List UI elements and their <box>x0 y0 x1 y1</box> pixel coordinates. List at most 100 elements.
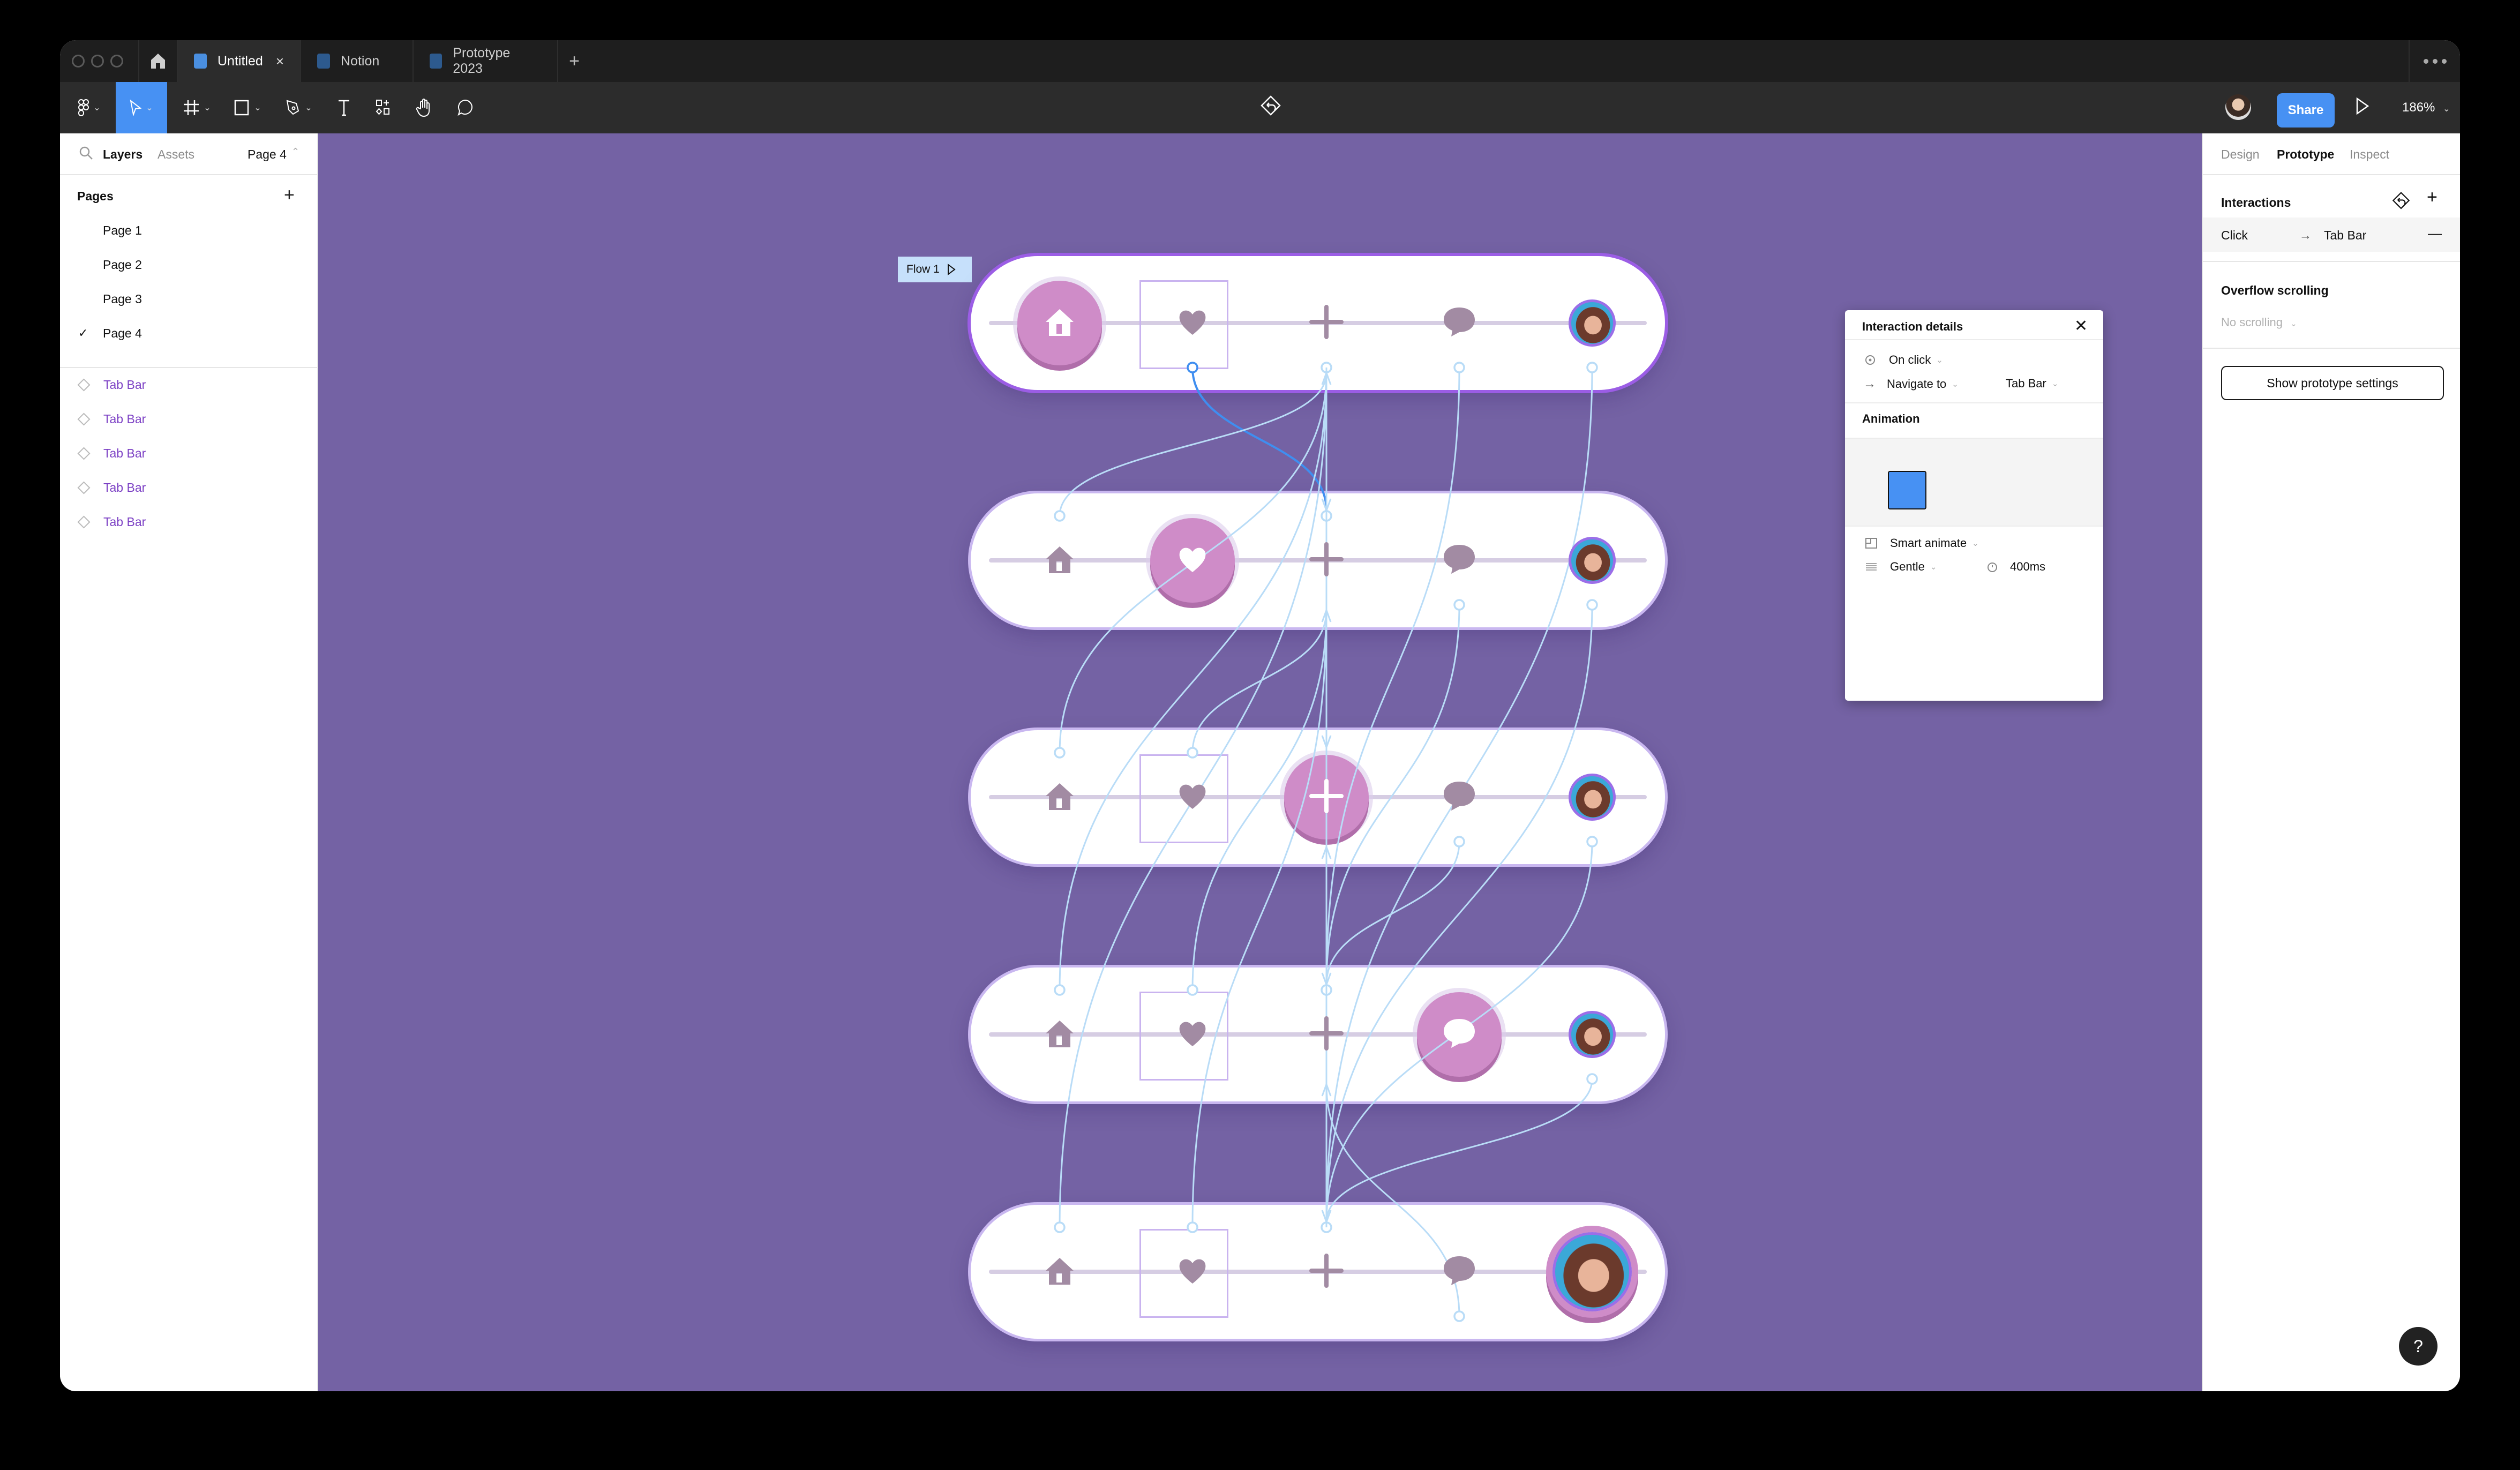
connection-node[interactable] <box>1054 1221 1066 1233</box>
trigger-dropdown[interactable]: On click ⌄ <box>1864 353 1943 367</box>
tab-assets[interactable]: Assets <box>158 147 194 162</box>
close-icon[interactable]: ✕ <box>2074 317 2088 335</box>
plus-icon-wrap <box>1308 1252 1345 1292</box>
zoom-dropdown[interactable]: 186% ⌄ <box>2402 100 2450 115</box>
action-dropdown[interactable]: → Navigate to ⌄ <box>1863 377 1959 392</box>
prototype-back-button[interactable] <box>1260 95 1281 121</box>
layer-label: Tab Bar <box>103 481 146 494</box>
connection-line[interactable] <box>1325 367 1460 985</box>
layer-item[interactable]: Tab Bar <box>77 412 146 426</box>
connection-line[interactable] <box>1191 610 1328 1228</box>
heart-icon <box>1179 1259 1206 1284</box>
connection-node[interactable] <box>1187 1221 1198 1233</box>
connection-node[interactable] <box>1187 747 1198 759</box>
tab-inspect[interactable]: Inspect <box>2350 147 2389 162</box>
prototype-back-icon[interactable] <box>2391 191 2411 212</box>
component-instance-icon <box>77 412 91 426</box>
comment-tool[interactable] <box>449 82 481 133</box>
connection-line[interactable] <box>1325 1078 1593 1222</box>
tab-layers[interactable]: Layers <box>103 147 142 162</box>
close-window-button[interactable] <box>72 55 85 68</box>
layer-item[interactable]: Tab Bar <box>77 446 146 461</box>
add-interaction-button[interactable]: + <box>2427 187 2438 208</box>
more-options-button[interactable] <box>2409 40 2460 82</box>
overflow-value: No scrolling <box>2221 316 2283 329</box>
tab-untitled[interactable]: Untitled × <box>178 40 301 82</box>
connection-line[interactable] <box>1191 610 1328 991</box>
connection-node[interactable] <box>1586 1073 1598 1085</box>
tab-prototype-2023[interactable]: Prototype 2023 <box>414 40 558 82</box>
connection-line[interactable] <box>1325 841 1460 985</box>
share-button[interactable]: Share <box>2277 93 2335 128</box>
maximize-window-button[interactable] <box>110 55 123 68</box>
page-item[interactable]: Page 3 <box>103 292 142 306</box>
design-canvas[interactable]: Flow 1 Interaction details ✕ On click ⌄ … <box>318 133 2202 1391</box>
help-button[interactable]: ? <box>2399 1327 2438 1366</box>
minimize-window-button[interactable] <box>91 55 104 68</box>
connection-node[interactable] <box>1054 984 1066 996</box>
destination-dropdown[interactable]: Tab Bar ⌄ <box>2006 377 2058 391</box>
component-instance-icon <box>77 447 91 460</box>
chevron-up-icon[interactable]: ⌃ <box>291 146 299 158</box>
connection-node[interactable] <box>1054 747 1066 759</box>
page-item-selected[interactable]: Page 4 <box>103 326 142 341</box>
overflow-dropdown[interactable]: No scrolling ⌄ <box>2221 316 2297 329</box>
tab-prototype[interactable]: Prototype <box>2277 147 2334 162</box>
connection-line[interactable] <box>1059 372 1328 516</box>
connection-line[interactable] <box>1059 372 1328 991</box>
action-value: Navigate to <box>1887 377 1947 391</box>
easing-dropdown[interactable]: Gentle ⌄ <box>1865 560 1937 574</box>
connection-node[interactable] <box>1054 510 1066 522</box>
hand-tool[interactable] <box>408 82 440 133</box>
shape-tool[interactable]: ⌄ <box>226 82 269 133</box>
component-instance-icon <box>77 378 91 392</box>
layer-item[interactable]: Tab Bar <box>77 515 146 529</box>
duration-input[interactable]: 400ms <box>1986 560 2045 574</box>
animation-preview <box>1845 438 2103 527</box>
page-item[interactable]: Page 2 <box>103 258 142 272</box>
connection-node[interactable] <box>1586 362 1598 373</box>
layer-item[interactable]: Tab Bar <box>77 378 146 392</box>
main-menu-button[interactable]: ⌄ <box>71 82 108 133</box>
frame-tool[interactable]: ⌄ <box>176 82 219 133</box>
profile-avatar <box>1569 537 1616 584</box>
show-prototype-settings-button[interactable]: Show prototype settings <box>2221 366 2444 400</box>
close-tab-icon[interactable]: × <box>276 53 284 70</box>
pen-tool[interactable]: ⌄ <box>278 82 320 133</box>
page-item[interactable]: Page 1 <box>103 223 142 238</box>
text-tool[interactable] <box>328 82 360 133</box>
connection-line[interactable] <box>1191 610 1328 753</box>
trigger-icon <box>1865 355 1875 365</box>
connection-line[interactable] <box>1325 604 1593 1222</box>
connection-node[interactable] <box>1453 836 1465 848</box>
user-avatar[interactable] <box>2225 94 2251 120</box>
connection-line[interactable] <box>1325 1084 1460 1317</box>
connection-node[interactable] <box>1586 836 1598 848</box>
connection-node[interactable] <box>1453 599 1465 611</box>
search-icon[interactable] <box>79 146 93 160</box>
add-page-button[interactable]: + <box>284 185 295 206</box>
tab-design[interactable]: Design <box>2221 147 2260 162</box>
connection-node[interactable] <box>1453 362 1465 373</box>
components-tool[interactable] <box>368 82 400 133</box>
plus-icon <box>1309 778 1344 813</box>
layer-item[interactable]: Tab Bar <box>77 481 146 495</box>
new-tab-button[interactable]: + <box>558 40 590 82</box>
connection-line[interactable] <box>1325 604 1460 985</box>
remove-interaction-button[interactable]: — <box>2428 225 2442 242</box>
tab-notion[interactable]: Notion <box>301 40 414 82</box>
popup-title: Interaction details <box>1862 320 1963 333</box>
connection-node[interactable] <box>1187 984 1198 996</box>
connection-node[interactable] <box>1586 599 1598 611</box>
components-icon <box>376 100 389 115</box>
page-selector[interactable]: Page 4 <box>248 147 287 162</box>
present-button[interactable] <box>2356 97 2369 118</box>
left-panel-header: Layers Assets Page 4 ⌃ <box>60 133 317 175</box>
connection-node[interactable] <box>1187 362 1198 373</box>
animation-type-value: Smart animate <box>1890 536 1967 550</box>
home-button[interactable] <box>139 40 178 82</box>
interaction-row[interactable]: Click → Tab Bar — <box>2203 218 2460 252</box>
animation-type-dropdown[interactable]: Smart animate ⌄ <box>1865 536 1979 550</box>
connection-node[interactable] <box>1453 1310 1465 1322</box>
move-tool[interactable]: ⌄ <box>116 82 167 133</box>
